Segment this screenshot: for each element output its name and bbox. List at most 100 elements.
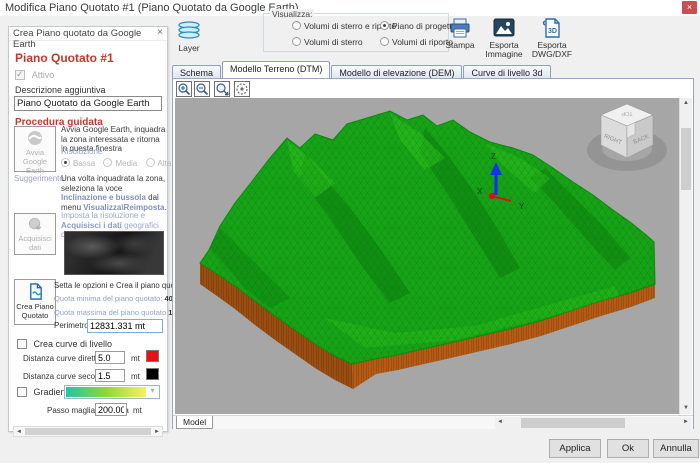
risoluzione-radios: Bassa Media Alta (61, 158, 171, 168)
window-close-button[interactable]: × (682, 1, 697, 14)
acquisisci-button-label: Acquisisci dati (15, 234, 55, 252)
axis-z-label: Z (491, 152, 496, 161)
stampa-button[interactable]: Stampa (440, 18, 480, 50)
printer-icon (449, 18, 471, 38)
suggerimento-label: Suggerimento (14, 174, 64, 183)
zoom-extents-icon (215, 82, 229, 96)
tab-modello-terreno-dtm[interactable]: Modello Terreno (DTM) (222, 61, 330, 78)
hscroll-left-icon[interactable]: ◄ (495, 417, 505, 429)
acquisisci-dati-button[interactable]: Acquisisci dati (14, 213, 56, 255)
risoluzione-label: Risoluzione (61, 147, 102, 156)
panel-scrollbar-thumb[interactable] (25, 428, 151, 435)
zoom-extents-button[interactable] (214, 81, 230, 97)
svg-text:3D: 3D (548, 28, 557, 35)
annulla-button[interactable]: Annulla (653, 439, 699, 458)
descrizione-label: Descrizione aggiuntiva (15, 85, 106, 95)
perimetro-label: Perimetro (54, 321, 89, 330)
layers-icon (176, 19, 202, 41)
secondarie-input[interactable] (95, 369, 125, 382)
scroll-right-icon[interactable]: ► (152, 427, 162, 436)
secondarie-unit: mt (131, 372, 140, 381)
axis-y-label: Y (519, 202, 525, 211)
scroll-down-icon[interactable]: ▼ (680, 403, 692, 414)
esporta-immagine-label: Esporta Immagine (482, 41, 526, 60)
layer-button-label: Layer (171, 43, 207, 53)
descrizione-input[interactable] (14, 96, 162, 111)
crea-piano-icon (27, 283, 44, 300)
crea-curve-row: Crea curve di livello (17, 339, 112, 349)
visualizza-groupbox: Visualizza: Volumi di sterro e riporto P… (263, 13, 449, 52)
risoluzione-option-alta[interactable]: Alta (146, 159, 172, 168)
orbit-button[interactable] (234, 81, 250, 97)
risoluzione-option-media[interactable]: Media (103, 159, 137, 168)
scroll-up-icon[interactable]: ▲ (680, 98, 692, 109)
risoluzione-option-bassa[interactable]: Bassa (61, 159, 95, 168)
radio-icon-4[interactable] (380, 37, 389, 46)
direttrici-unit: mt (131, 354, 140, 363)
viewport-horizontal-scrollbar[interactable]: ◄ ► (495, 417, 691, 429)
gradiente-combo[interactable]: ▾ (64, 385, 160, 399)
radio-alta[interactable] (146, 158, 155, 167)
image-icon (493, 18, 515, 38)
direttrici-label: Distanza curve direttrici (23, 354, 106, 363)
panel-close-icon[interactable]: × (157, 27, 163, 38)
attivo-label: Attivo (32, 70, 55, 80)
gradient-preview-bar (66, 387, 146, 397)
cube-top-label: TOP (621, 110, 633, 116)
model-tab[interactable]: Model (176, 416, 213, 429)
quota-min-label: Quota minima del piano quotato: (54, 294, 162, 303)
crea-curve-label: Crea curve di livello (34, 339, 113, 349)
viewport-bottom-strip: Model ◄ ► (173, 415, 693, 429)
layer-button[interactable]: Layer (171, 19, 207, 57)
esporta-immagine-button[interactable]: Esporta Immagine (482, 18, 526, 60)
direttrici-color-swatch[interactable] (146, 350, 159, 362)
terrain-3d-scene: X Y Z TOP RIGHT BACK (175, 98, 679, 414)
zoom-in-button[interactable] (176, 81, 192, 97)
secondarie-color-swatch[interactable] (146, 368, 159, 380)
quota-min-row: Quota minima del piano quotato: 401.5 (54, 294, 183, 303)
piano-quotato-title: Piano Quotato #1 (15, 51, 114, 65)
perimetro-input[interactable] (87, 319, 163, 333)
gradiente-checkbox[interactable] (17, 387, 27, 397)
applica-button[interactable]: Applica (549, 439, 601, 458)
direttrici-input[interactable] (95, 351, 125, 364)
setta-opzioni-text: Setta le opzioni e Crea il piano quotato (54, 281, 188, 290)
satellite-preview-image (64, 231, 164, 275)
panel-horizontal-scrollbar[interactable]: ◄ ► (13, 426, 163, 437)
visualizza-label: Visualizza: (270, 9, 314, 19)
radio-icon-2[interactable] (380, 21, 389, 30)
quota-max-label: Quota massima del piano quotato (54, 308, 166, 317)
view-cube[interactable]: TOP RIGHT BACK (587, 104, 667, 171)
panel-header: Crea Piano quotato da Google Earth × (9, 27, 167, 41)
dtm-tab-pane: X Y Z TOP RIGHT BACK ▲ ▼ Model (172, 78, 694, 429)
radio-media[interactable] (103, 158, 112, 167)
attivo-checkbox[interactable] (15, 70, 25, 80)
viewport-vertical-scrollbar[interactable]: ▲ ▼ (679, 98, 692, 414)
radio-volumi-di-sterro[interactable]: Volumi di sterro (292, 37, 363, 47)
crea-curve-checkbox[interactable] (17, 339, 27, 349)
terrain-3d-viewport[interactable]: X Y Z TOP RIGHT BACK (175, 98, 679, 414)
scroll-left-icon[interactable]: ◄ (14, 427, 24, 436)
radio-icon-3[interactable] (292, 37, 301, 46)
ok-button[interactable]: Ok (607, 439, 649, 458)
zoom-out-button[interactable] (194, 81, 210, 97)
hscroll-right-icon[interactable]: ► (681, 417, 691, 429)
avvia-button-label: Avvia Google Earth (15, 148, 55, 175)
hscrollbar-thumb[interactable] (521, 418, 625, 428)
avvia-google-earth-button[interactable]: Avvia Google Earth (14, 126, 56, 172)
dwg-3d-file-icon: 3D (542, 18, 562, 38)
vscrollbar-thumb[interactable] (681, 128, 691, 190)
passo-input[interactable] (95, 403, 127, 416)
radio-bassa[interactable] (61, 158, 70, 167)
google-earth-icon (27, 130, 43, 146)
radio-icon-1[interactable] (292, 21, 301, 30)
acquisisci-icon (28, 217, 43, 232)
stampa-label: Stampa (440, 41, 480, 51)
view-tabs: SchemaModello Terreno (DTM)Modello di el… (172, 61, 552, 78)
zoom-in-icon (177, 82, 191, 96)
crea-piano-quotato-button[interactable]: Crea Piano Quotato (14, 279, 56, 325)
orbit-icon (235, 82, 249, 96)
axis-x-label: X (477, 187, 483, 196)
passo-unit: mt (133, 406, 142, 415)
esporta-dwg-button[interactable]: 3D Esporta DWG/DXF (528, 18, 576, 60)
